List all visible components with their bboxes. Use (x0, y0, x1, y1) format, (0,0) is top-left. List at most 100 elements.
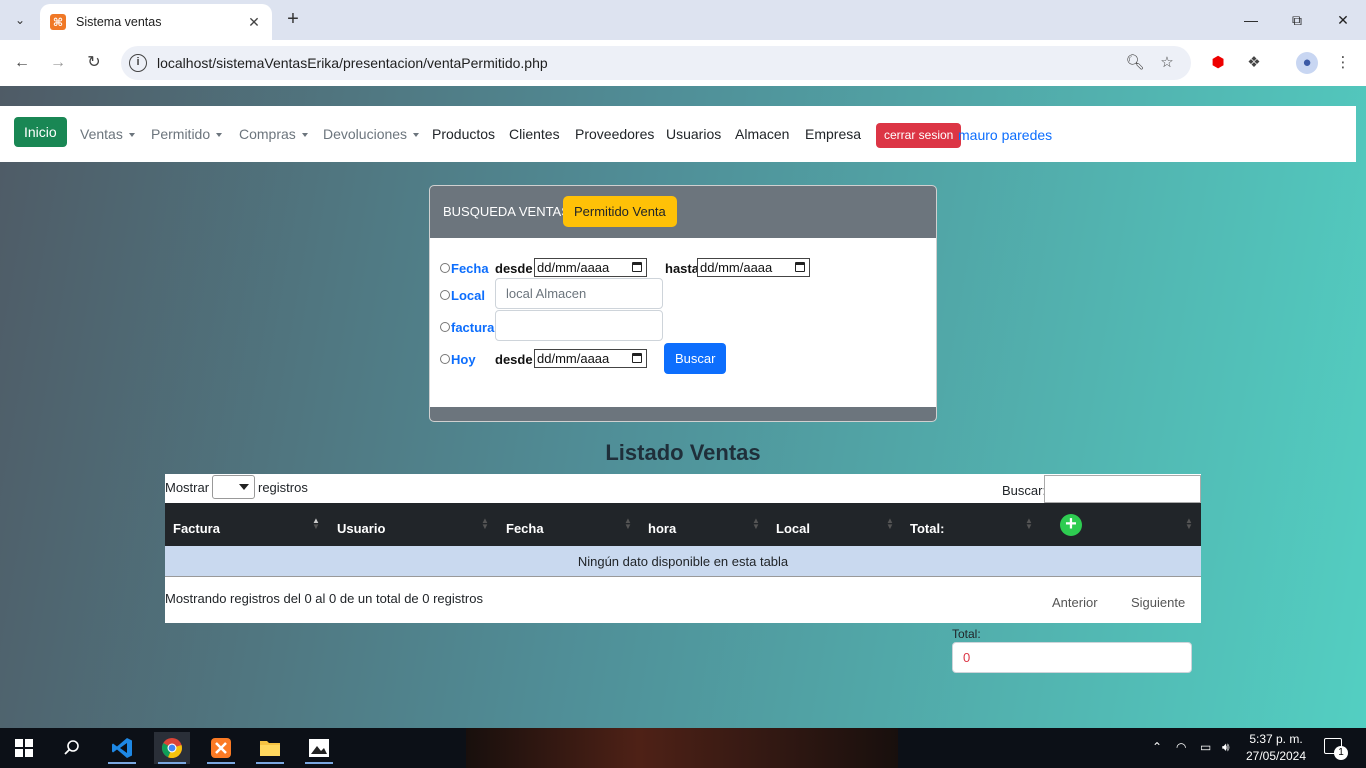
factura-radio[interactable] (440, 322, 450, 332)
volume-icon[interactable]: 🔊︎ (1222, 740, 1230, 755)
sort-icon[interactable]: ▲ ▼ (481, 517, 489, 531)
reload-button[interactable]: ↻ (82, 51, 106, 75)
factura-label: factura (451, 320, 495, 335)
nav-devoluciones-dropdown[interactable]: Devoluciones (323, 126, 420, 142)
file-explorer-icon[interactable] (252, 732, 288, 764)
calendar-icon[interactable] (632, 262, 642, 272)
main-navbar: Inicio Ventas Permitido Compras Devoluci… (0, 106, 1356, 162)
mostrar-label: Mostrar (165, 480, 210, 495)
clock-date: 27/05/2024 (1245, 749, 1307, 763)
nav-ventas-dropdown[interactable]: Ventas (80, 126, 135, 142)
listado-title: Listado Ventas (605, 440, 761, 465)
caret-down-icon (301, 133, 308, 138)
photos-icon[interactable] (301, 732, 337, 764)
buscar-label: Buscar: (1002, 483, 1047, 498)
permitido-venta-button[interactable]: Permitido Venta (563, 196, 677, 227)
col-factura[interactable]: Factura (173, 521, 220, 536)
col-local[interactable]: Local (776, 521, 810, 536)
local-label: Local (451, 288, 485, 303)
calendar-icon[interactable] (795, 262, 805, 272)
notification-badge: 1 (1334, 746, 1348, 760)
close-tab-icon[interactable]: ✕ (246, 14, 262, 31)
search-card: BUSQUEDA VENTAS Permitido Venta Fecha de… (429, 185, 937, 422)
fecha-radio[interactable] (440, 263, 450, 273)
browser-toolbar: ← → ↻ i localhost/sistemaVentasErika/pre… (0, 40, 1366, 86)
vscode-icon[interactable] (104, 732, 140, 764)
buscar-button[interactable]: Buscar (664, 343, 727, 374)
bookmark-star-icon[interactable]: ☆ (1157, 53, 1177, 73)
date-placeholder: dd/mm/aaaa (537, 260, 610, 275)
datatable-controls: Mostrar registros Buscar: (165, 474, 1201, 503)
restore-button[interactable]: ⧉ (1282, 8, 1312, 32)
sort-icon[interactable]: ▲ ▼ (752, 517, 760, 531)
factura-input[interactable] (495, 310, 663, 341)
local-radio[interactable] (440, 290, 450, 300)
datatable-footer: Mostrando registros del 0 al 0 de un tot… (165, 577, 1201, 623)
xampp-icon[interactable] (203, 732, 239, 764)
local-input[interactable]: local Almacen (495, 278, 663, 309)
col-total[interactable]: Total: (910, 521, 944, 536)
search-card-title: BUSQUEDA VENTAS (443, 204, 570, 219)
search-icon[interactable] (54, 732, 90, 764)
profile-icon[interactable]: ● (1296, 52, 1318, 74)
add-plus-icon[interactable]: + (1060, 514, 1082, 536)
site-info-icon[interactable]: i (129, 54, 147, 72)
calendar-icon[interactable] (632, 353, 642, 363)
windows-start-icon[interactable] (6, 732, 42, 764)
col-usuario[interactable]: Usuario (337, 521, 385, 536)
nav-almacen-link[interactable]: Almacen (735, 126, 789, 142)
page-length-select[interactable] (212, 475, 255, 499)
chrome-icon[interactable] (154, 732, 190, 764)
extension-adblock-icon[interactable]: ⬢ (1207, 52, 1229, 74)
taskbar-wallpaper-preview (466, 728, 898, 768)
sort-icon[interactable]: ▲ ▼ (1025, 517, 1033, 531)
clock-time: 5:37 p. m. (1249, 732, 1303, 746)
new-tab-button[interactable]: + (282, 8, 304, 32)
nav-proveedores-link[interactable]: Proveedores (575, 126, 654, 142)
nav-permitido-dropdown[interactable]: Permitido (151, 126, 223, 142)
nav-clientes-link[interactable]: Clientes (509, 126, 560, 142)
battery-icon[interactable]: ▭ (1200, 740, 1211, 754)
nav-inicio-button[interactable]: Inicio (14, 117, 67, 147)
sort-icon[interactable]: ▲ ▼ (886, 517, 894, 531)
col-fecha[interactable]: Fecha (506, 521, 544, 536)
user-name-link[interactable]: mauro paredes (958, 127, 1052, 143)
search-card-footer (430, 407, 936, 421)
nav-empresa-link[interactable]: Empresa (805, 126, 861, 142)
sort-icon[interactable]: ▲ ▼ (312, 517, 320, 531)
tab-strip: ⌄ ⌘ Sistema ventas ✕ + — ⧉ ✕ (0, 0, 1366, 40)
col-hora[interactable]: hora (648, 521, 676, 536)
zoom-icon[interactable]: 🔍︎ (1125, 53, 1145, 73)
total-field: 0 (952, 642, 1192, 673)
page-body: Inicio Ventas Permitido Compras Devoluci… (0, 86, 1366, 728)
hoy-radio[interactable] (440, 354, 450, 364)
fecha-hasta-input[interactable]: dd/mm/aaaa (697, 258, 810, 277)
tab-search-dropdown-icon[interactable]: ⌄ (8, 8, 32, 32)
nav-compras-dropdown[interactable]: Compras (239, 126, 308, 142)
browser-tab[interactable]: ⌘ Sistema ventas ✕ (40, 4, 272, 40)
extensions-icon[interactable]: ❖ (1243, 52, 1265, 74)
nav-usuarios-link[interactable]: Usuarios (666, 126, 721, 142)
tray-chevron-up-icon[interactable]: ⌃ (1152, 740, 1162, 754)
sort-icon[interactable]: ▲ ▼ (624, 517, 632, 531)
minimize-button[interactable]: — (1236, 8, 1266, 32)
tab-title: Sistema ventas (76, 15, 162, 29)
nav-productos-link[interactable]: Productos (432, 126, 495, 142)
address-bar[interactable]: i localhost/sistemaVentasErika/presentac… (121, 46, 1191, 80)
table-search-input[interactable] (1044, 475, 1201, 503)
sort-icon[interactable]: ▲ ▼ (1185, 517, 1193, 531)
wifi-icon[interactable]: ◠ (1176, 740, 1186, 754)
hoy-desde-input[interactable]: dd/mm/aaaa (534, 349, 647, 368)
total-label: Total: (952, 627, 981, 641)
chevron-down-icon (239, 484, 249, 490)
forward-button[interactable]: → (46, 51, 70, 75)
fecha-desde-input[interactable]: dd/mm/aaaa (534, 258, 647, 277)
close-window-button[interactable]: ✕ (1328, 8, 1358, 32)
taskbar-clock[interactable]: 5:37 p. m. 27/05/2024 (1244, 731, 1308, 765)
browser-menu-icon[interactable]: ⋮ (1332, 52, 1354, 74)
cerrar-sesion-button[interactable]: cerrar sesion (876, 123, 962, 148)
pagination-siguiente[interactable]: Siguiente (1131, 595, 1185, 610)
url-text[interactable]: localhost/sistemaVentasErika/presentacio… (157, 55, 548, 71)
back-button[interactable]: ← (10, 51, 34, 75)
pagination-anterior[interactable]: Anterior (1052, 595, 1098, 610)
